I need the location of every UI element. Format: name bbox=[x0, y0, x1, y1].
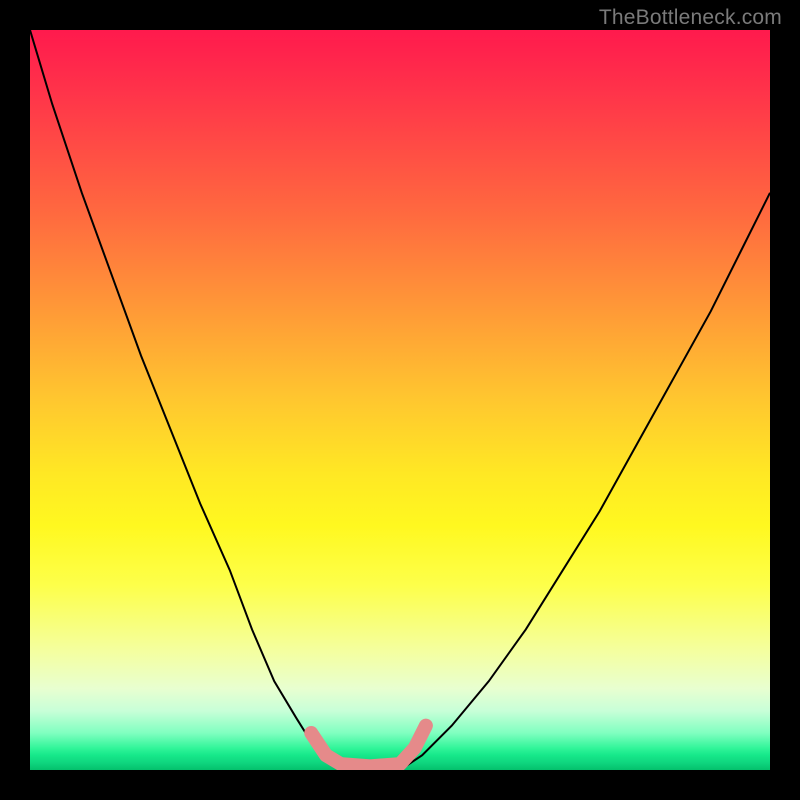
series-left-curve bbox=[30, 30, 341, 770]
chart-plot-area bbox=[30, 30, 770, 770]
series-right-curve bbox=[400, 193, 770, 770]
series-bottom-marker bbox=[311, 726, 426, 767]
chart-svg bbox=[30, 30, 770, 770]
watermark-text: TheBottleneck.com bbox=[599, 6, 782, 30]
